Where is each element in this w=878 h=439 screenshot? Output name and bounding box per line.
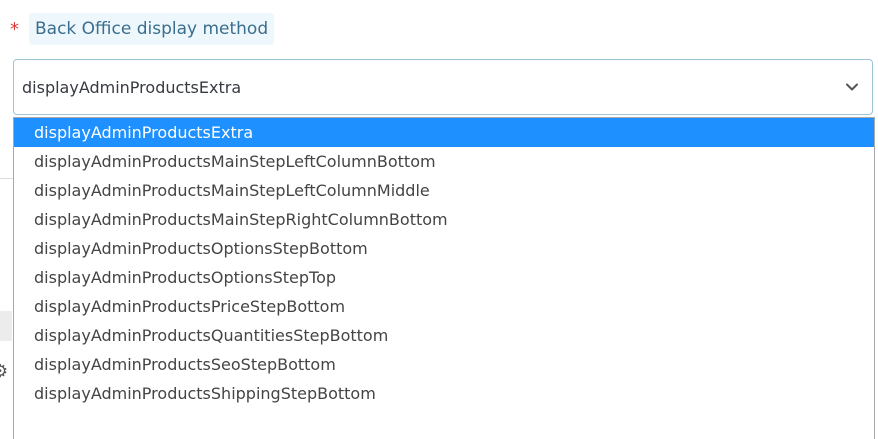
field-label-row: * Back Office display method [10,12,275,46]
select-option[interactable]: displayAdminProductsExtra [14,118,874,147]
background-panel [0,311,12,341]
display-method-select[interactable]: displayAdminProductsExtra [13,59,873,115]
select-option[interactable]: displayAdminProductsMainStepLeftColumnBo… [14,147,874,176]
select-option[interactable]: displayAdminProductsMainStepRightColumnB… [14,205,874,234]
select-option[interactable]: displayAdminProductsQuantitiesStepBottom [14,321,874,350]
field-label: Back Office display method [29,13,275,45]
page: ⚙ * Back Office display method displayAd… [0,0,878,439]
background-divider [0,178,14,179]
select-current-value: displayAdminProductsExtra [22,77,242,97]
select-option[interactable]: displayAdminProductsOptionsStepTop [14,263,874,292]
select-options-list: displayAdminProductsExtra displayAdminPr… [13,117,875,439]
required-marker: * [10,19,19,40]
select-option[interactable]: displayAdminProductsMainStepLeftColumnMi… [14,176,874,205]
select-option[interactable]: displayAdminProductsOptionsStepBottom [14,234,874,263]
select-option[interactable]: displayAdminProductsSeoStepBottom [14,350,874,379]
chevron-down-icon[interactable] [844,79,860,95]
select-option[interactable]: displayAdminProductsShippingStepBottom [14,379,874,408]
gear-icon: ⚙ [0,362,9,382]
select-option[interactable]: displayAdminProductsPriceStepBottom [14,292,874,321]
